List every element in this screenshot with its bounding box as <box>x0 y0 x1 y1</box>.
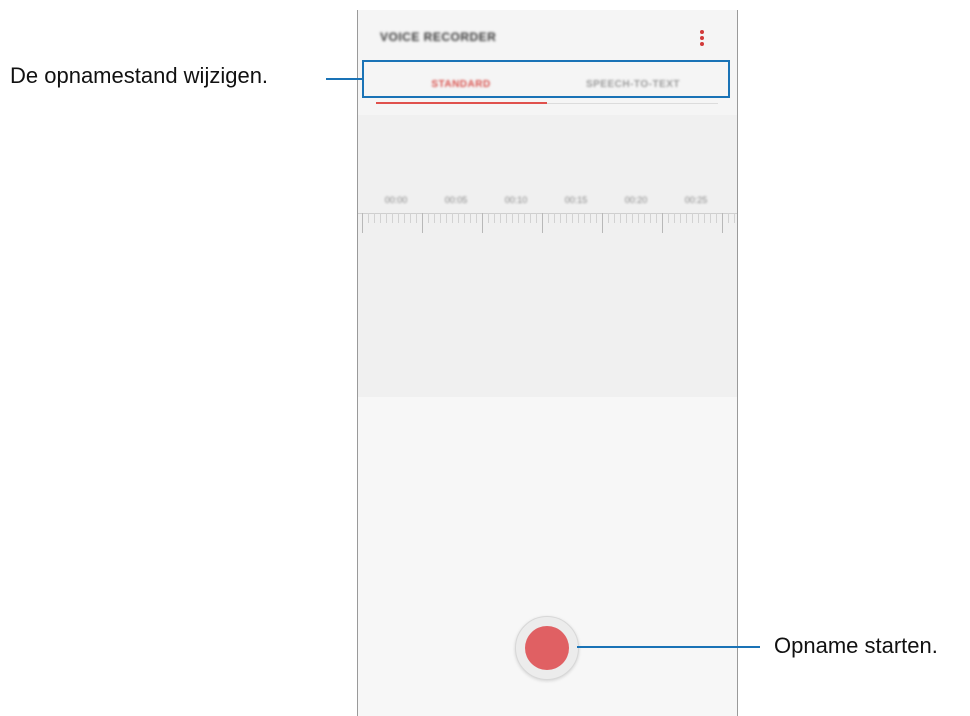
ruler-tick <box>638 213 639 223</box>
ruler-tick <box>674 213 675 223</box>
ruler-tick <box>662 213 663 233</box>
timeline-label: 00:10 <box>504 195 528 205</box>
ruler-tick <box>476 213 477 223</box>
ruler-tick <box>716 213 717 223</box>
ruler-tick <box>362 213 363 233</box>
ruler-tick <box>722 213 723 233</box>
recording-timeline: 00:00 00:05 00:10 00:15 00:20 00:25 <box>358 115 737 397</box>
record-icon <box>525 626 569 670</box>
mode-callout-box <box>362 60 730 98</box>
ruler-tick <box>596 213 597 223</box>
ruler-tick <box>488 213 489 223</box>
ruler-tick <box>680 213 681 223</box>
timeline-label: 00:25 <box>684 195 708 205</box>
ruler-tick <box>410 213 411 223</box>
ruler-tick <box>656 213 657 223</box>
timeline-label: 00:15 <box>564 195 588 205</box>
timeline-labels: 00:00 00:05 00:10 00:15 00:20 00:25 <box>358 195 737 209</box>
ruler-tick <box>440 213 441 223</box>
ruler-tick <box>710 213 711 223</box>
ruler-tick <box>470 213 471 223</box>
ruler-tick <box>572 213 573 223</box>
ruler-tick <box>458 213 459 223</box>
ruler-tick <box>602 213 603 233</box>
ruler-tick <box>668 213 669 223</box>
ruler-tick <box>620 213 621 223</box>
app-title: VOICE RECORDER <box>380 30 497 44</box>
ruler-tick <box>632 213 633 223</box>
ruler-tick <box>512 213 513 223</box>
mode-callout-text: De opnamestand wijzigen. <box>10 63 269 88</box>
ruler-tick <box>506 213 507 223</box>
ruler-tick <box>698 213 699 223</box>
ruler-tick <box>500 213 501 223</box>
ruler-tick <box>494 213 495 223</box>
record-callout-text: Opname starten. <box>774 633 938 658</box>
timeline-ruler <box>358 211 737 241</box>
ruler-tick <box>464 213 465 223</box>
ruler-tick <box>530 213 531 223</box>
ruler-tick <box>734 213 735 223</box>
ruler-tick <box>626 213 627 223</box>
ruler-tick <box>524 213 525 223</box>
timeline-label: 00:05 <box>444 195 468 205</box>
ruler-tick <box>368 213 369 223</box>
ruler-tick <box>584 213 585 223</box>
mode-callout-line <box>326 78 362 80</box>
phone-screen: VOICE RECORDER STANDARD SPEECH-TO-TEXT 0… <box>357 10 738 716</box>
ruler-tick <box>392 213 393 223</box>
record-button[interactable] <box>515 616 579 680</box>
ruler-tick <box>560 213 561 223</box>
ruler-tick <box>590 213 591 223</box>
ruler-tick <box>446 213 447 223</box>
ruler-tick <box>374 213 375 223</box>
ruler-tick <box>536 213 537 223</box>
ruler-tick <box>404 213 405 223</box>
ruler-tick <box>728 213 729 223</box>
ruler-tick <box>578 213 579 223</box>
timeline-label: 00:00 <box>384 195 408 205</box>
ruler-tick <box>398 213 399 223</box>
ruler-tick <box>422 213 423 233</box>
ruler-tick <box>428 213 429 223</box>
ruler-tick <box>542 213 543 233</box>
ruler-tick <box>548 213 549 223</box>
ruler-tick <box>704 213 705 223</box>
tab-selected-indicator <box>376 102 547 104</box>
ruler-tick <box>452 213 453 223</box>
ruler-tick <box>644 213 645 223</box>
ruler-tick <box>380 213 381 223</box>
ruler-tick <box>554 213 555 223</box>
ruler-tick <box>692 213 693 223</box>
ruler-tick <box>434 213 435 223</box>
ruler-tick <box>686 213 687 223</box>
ruler-tick <box>518 213 519 223</box>
ruler-tick <box>614 213 615 223</box>
ruler-tick <box>608 213 609 223</box>
more-options-icon[interactable] <box>692 28 712 48</box>
ruler-tick <box>650 213 651 223</box>
ruler-tick <box>416 213 417 223</box>
app-header: VOICE RECORDER <box>358 10 737 66</box>
ruler-tick <box>386 213 387 223</box>
ruler-tick <box>566 213 567 223</box>
timeline-label: 00:20 <box>624 195 648 205</box>
record-callout-line <box>577 646 760 648</box>
ruler-tick <box>482 213 483 233</box>
